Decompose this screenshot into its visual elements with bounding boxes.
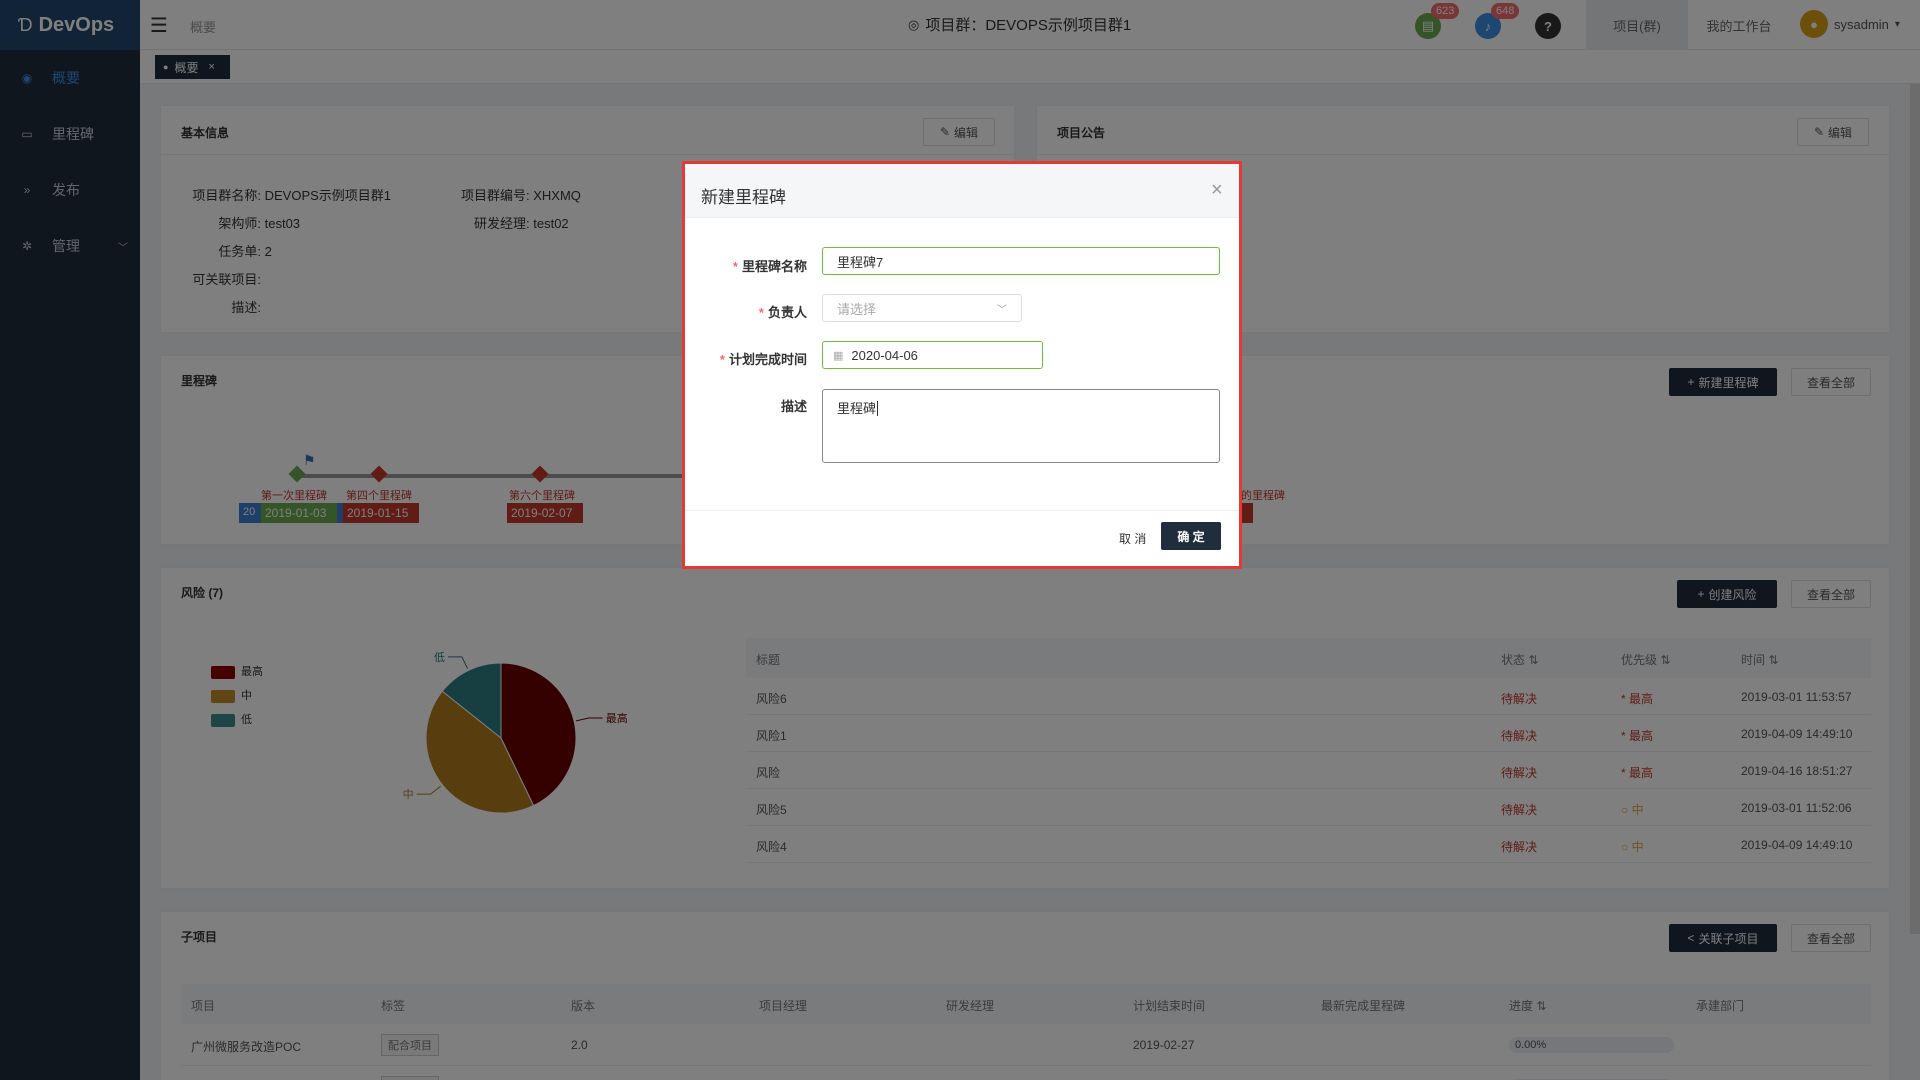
calendar-icon: ▦ [833,349,844,362]
divider [685,510,1239,511]
description-textarea[interactable]: 里程碑 [822,389,1220,463]
label-text: 计划完成时间 [728,352,807,367]
owner-select[interactable]: 请选择 ﹀ [822,294,1022,322]
date-label: * 计划完成时间 [719,352,807,367]
close-icon[interactable]: × [1211,180,1223,200]
new-milestone-dialog: 新建里程碑 × * 里程碑名称 里程碑7 * 负责人 请选择 ﹀ * 计划完成时间 ▦… [682,161,1242,569]
textarea-value: 里程碑 [837,401,877,416]
desc-label: 描述 [780,399,807,414]
chevron-down-icon: ﹀ [997,304,1007,316]
select-placeholder: 请选择 [837,301,877,317]
dialog-title: 新建里程碑 [701,188,786,207]
label-text: 里程碑名称 [741,259,807,274]
date-value: 2020-04-06 [851,347,918,363]
text-cursor [877,401,879,416]
confirm-button[interactable]: 确 定 [1161,522,1221,550]
milestone-name-input[interactable]: 里程碑7 [822,247,1220,275]
name-label: * 里程碑名称 [732,259,807,274]
label-text: 负责人 [767,305,807,320]
owner-label: * 负责人 [758,305,807,320]
date-picker-input[interactable]: ▦ 2020-04-06 [822,341,1043,369]
cancel-button[interactable]: 取 消 [1119,530,1146,547]
